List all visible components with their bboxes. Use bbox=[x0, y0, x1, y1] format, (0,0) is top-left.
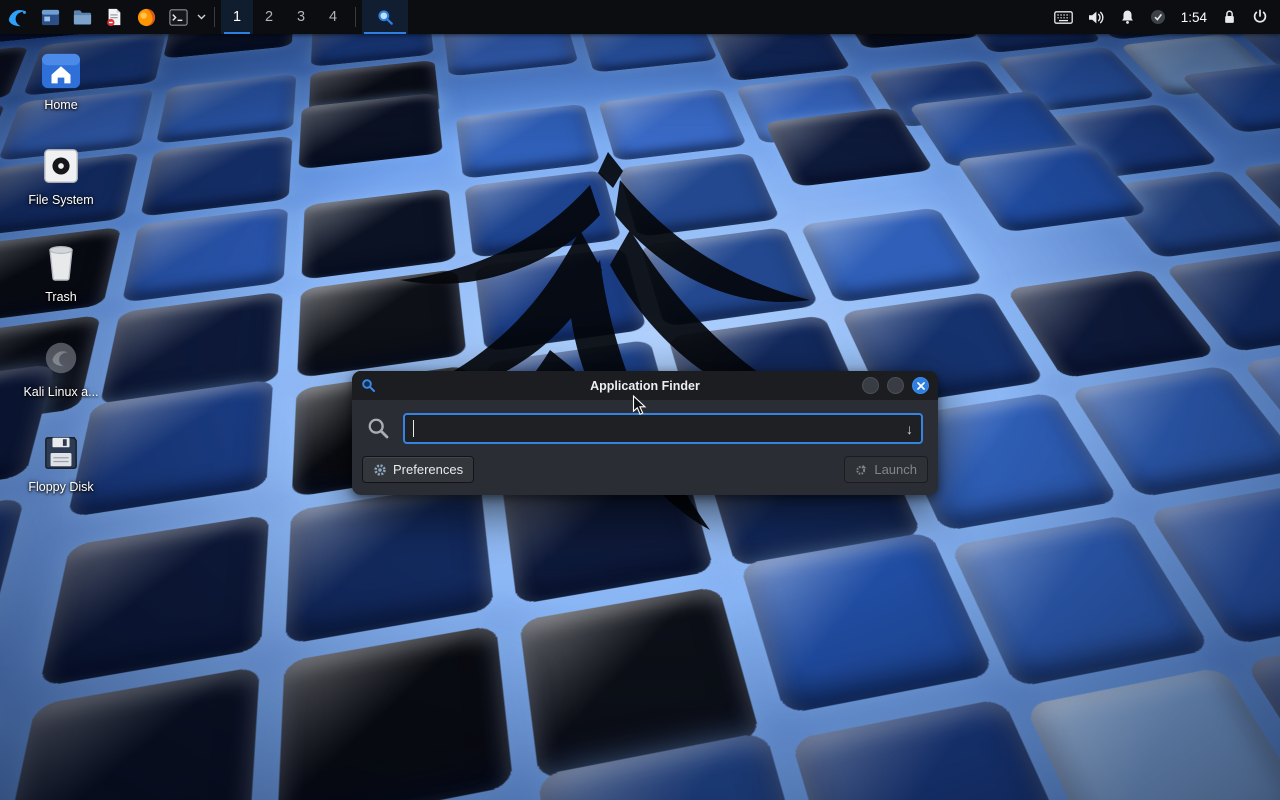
close-icon bbox=[917, 382, 925, 390]
close-button[interactable] bbox=[912, 377, 929, 394]
folder-launcher[interactable] bbox=[66, 0, 98, 34]
wallpaper-cube bbox=[1180, 62, 1280, 133]
desktop-icon-home[interactable]: Home bbox=[16, 52, 106, 112]
file-manager-launcher[interactable] bbox=[34, 0, 66, 34]
panel-separator bbox=[214, 7, 215, 27]
gear-icon bbox=[373, 463, 387, 477]
workspace-button[interactable]: 1 bbox=[221, 0, 253, 34]
desktop-icon-label: Home bbox=[44, 98, 77, 112]
speaker-glyph bbox=[1088, 10, 1105, 25]
top-panel: 1 2 3 4 bbox=[0, 0, 1280, 34]
search-row: ↓ bbox=[352, 400, 938, 452]
search-input[interactable] bbox=[416, 421, 900, 436]
launch-icon bbox=[855, 463, 868, 476]
wallpaper-cube bbox=[1024, 667, 1280, 800]
trash-icon bbox=[43, 242, 79, 282]
desktop-icon-label: Floppy Disk bbox=[28, 480, 93, 494]
workspace-button[interactable]: 4 bbox=[317, 0, 349, 34]
title-bar[interactable]: Application Finder bbox=[352, 371, 938, 400]
applications-menu-button[interactable] bbox=[2, 0, 34, 34]
system-tray: 1:54 bbox=[1054, 0, 1274, 34]
status-glyph bbox=[1150, 9, 1166, 25]
window-controls bbox=[862, 377, 929, 394]
dropdown-arrow-icon[interactable]: ↓ bbox=[900, 421, 913, 437]
folder-icon bbox=[72, 7, 93, 28]
search-input-wrap[interactable]: ↓ bbox=[403, 413, 923, 444]
workspace-label: 2 bbox=[265, 9, 273, 25]
power-icon[interactable] bbox=[1252, 9, 1268, 25]
firefox-launcher[interactable] bbox=[130, 0, 162, 34]
desktop-icon-trash[interactable]: Trash bbox=[16, 242, 106, 304]
workspace-label: 4 bbox=[329, 9, 337, 25]
application-finder-taskbar-icon bbox=[377, 9, 394, 26]
home-folder-icon bbox=[40, 52, 82, 90]
taskbar-application-finder-button[interactable] bbox=[362, 0, 408, 34]
application-finder-window: Application Finder ↓ P bbox=[352, 371, 938, 495]
file-manager-icon bbox=[40, 7, 61, 28]
search-icon bbox=[367, 417, 390, 440]
minimize-button[interactable] bbox=[862, 377, 879, 394]
filesystem-icon bbox=[41, 147, 81, 185]
clock[interactable]: 1:54 bbox=[1181, 10, 1207, 25]
bell-glyph bbox=[1120, 9, 1135, 25]
wallpaper-cube bbox=[0, 497, 25, 679]
firefox-icon bbox=[136, 7, 157, 28]
launch-label: Launch bbox=[874, 462, 917, 477]
terminal-dropdown-button[interactable] bbox=[194, 0, 208, 34]
desktop-icon-label: Kali Linux a... bbox=[23, 385, 98, 399]
action-row: Preferences Launch bbox=[352, 452, 938, 495]
workspace-button[interactable]: 2 bbox=[253, 0, 285, 34]
keyboard-glyph bbox=[1054, 11, 1073, 24]
workspace-label: 3 bbox=[297, 9, 305, 25]
workspace-label: 1 bbox=[233, 9, 241, 25]
wallpaper-cube bbox=[277, 625, 513, 800]
status-indicator-icon[interactable] bbox=[1150, 9, 1166, 25]
window-search-icon bbox=[361, 378, 376, 393]
workspace-button[interactable]: 3 bbox=[285, 0, 317, 34]
volume-icon[interactable] bbox=[1088, 10, 1105, 25]
preferences-button[interactable]: Preferences bbox=[362, 456, 474, 483]
wallpaper-cube bbox=[39, 514, 269, 687]
wallpaper-cube bbox=[0, 695, 2, 800]
panel-separator bbox=[355, 7, 356, 27]
text-editor-launcher[interactable] bbox=[98, 0, 130, 34]
padlock-glyph bbox=[1222, 9, 1237, 25]
desktop-icon-file-system[interactable]: File System bbox=[16, 147, 106, 207]
kali-docs-icon bbox=[41, 339, 81, 377]
launch-button[interactable]: Launch bbox=[844, 456, 928, 483]
chevron-down-icon bbox=[197, 14, 206, 20]
text-editor-icon bbox=[104, 7, 124, 27]
wallpaper-cube bbox=[0, 666, 260, 800]
power-glyph bbox=[1252, 9, 1268, 25]
panel-left: 1 2 3 4 bbox=[2, 0, 408, 34]
desktop-icon-label: Trash bbox=[45, 290, 77, 304]
desktop-icon-list: Home File System Trash Kali Linux a... bbox=[16, 52, 106, 494]
desktop-icon-floppy[interactable]: Floppy Disk bbox=[16, 434, 106, 494]
floppy-icon bbox=[42, 434, 80, 472]
maximize-button[interactable] bbox=[887, 377, 904, 394]
preferences-label: Preferences bbox=[393, 462, 463, 477]
lock-icon[interactable] bbox=[1222, 9, 1237, 25]
terminal-launcher[interactable] bbox=[162, 0, 194, 34]
notifications-bell-icon[interactable] bbox=[1120, 9, 1135, 25]
text-caret bbox=[413, 420, 414, 437]
keyboard-indicator-icon[interactable] bbox=[1054, 11, 1073, 24]
window-title: Application Finder bbox=[352, 379, 938, 393]
kali-menu-icon bbox=[6, 5, 30, 29]
desktop-icon-kali-docs[interactable]: Kali Linux a... bbox=[16, 339, 106, 399]
terminal-icon bbox=[168, 7, 189, 28]
desktop-icon-label: File System bbox=[28, 193, 93, 207]
